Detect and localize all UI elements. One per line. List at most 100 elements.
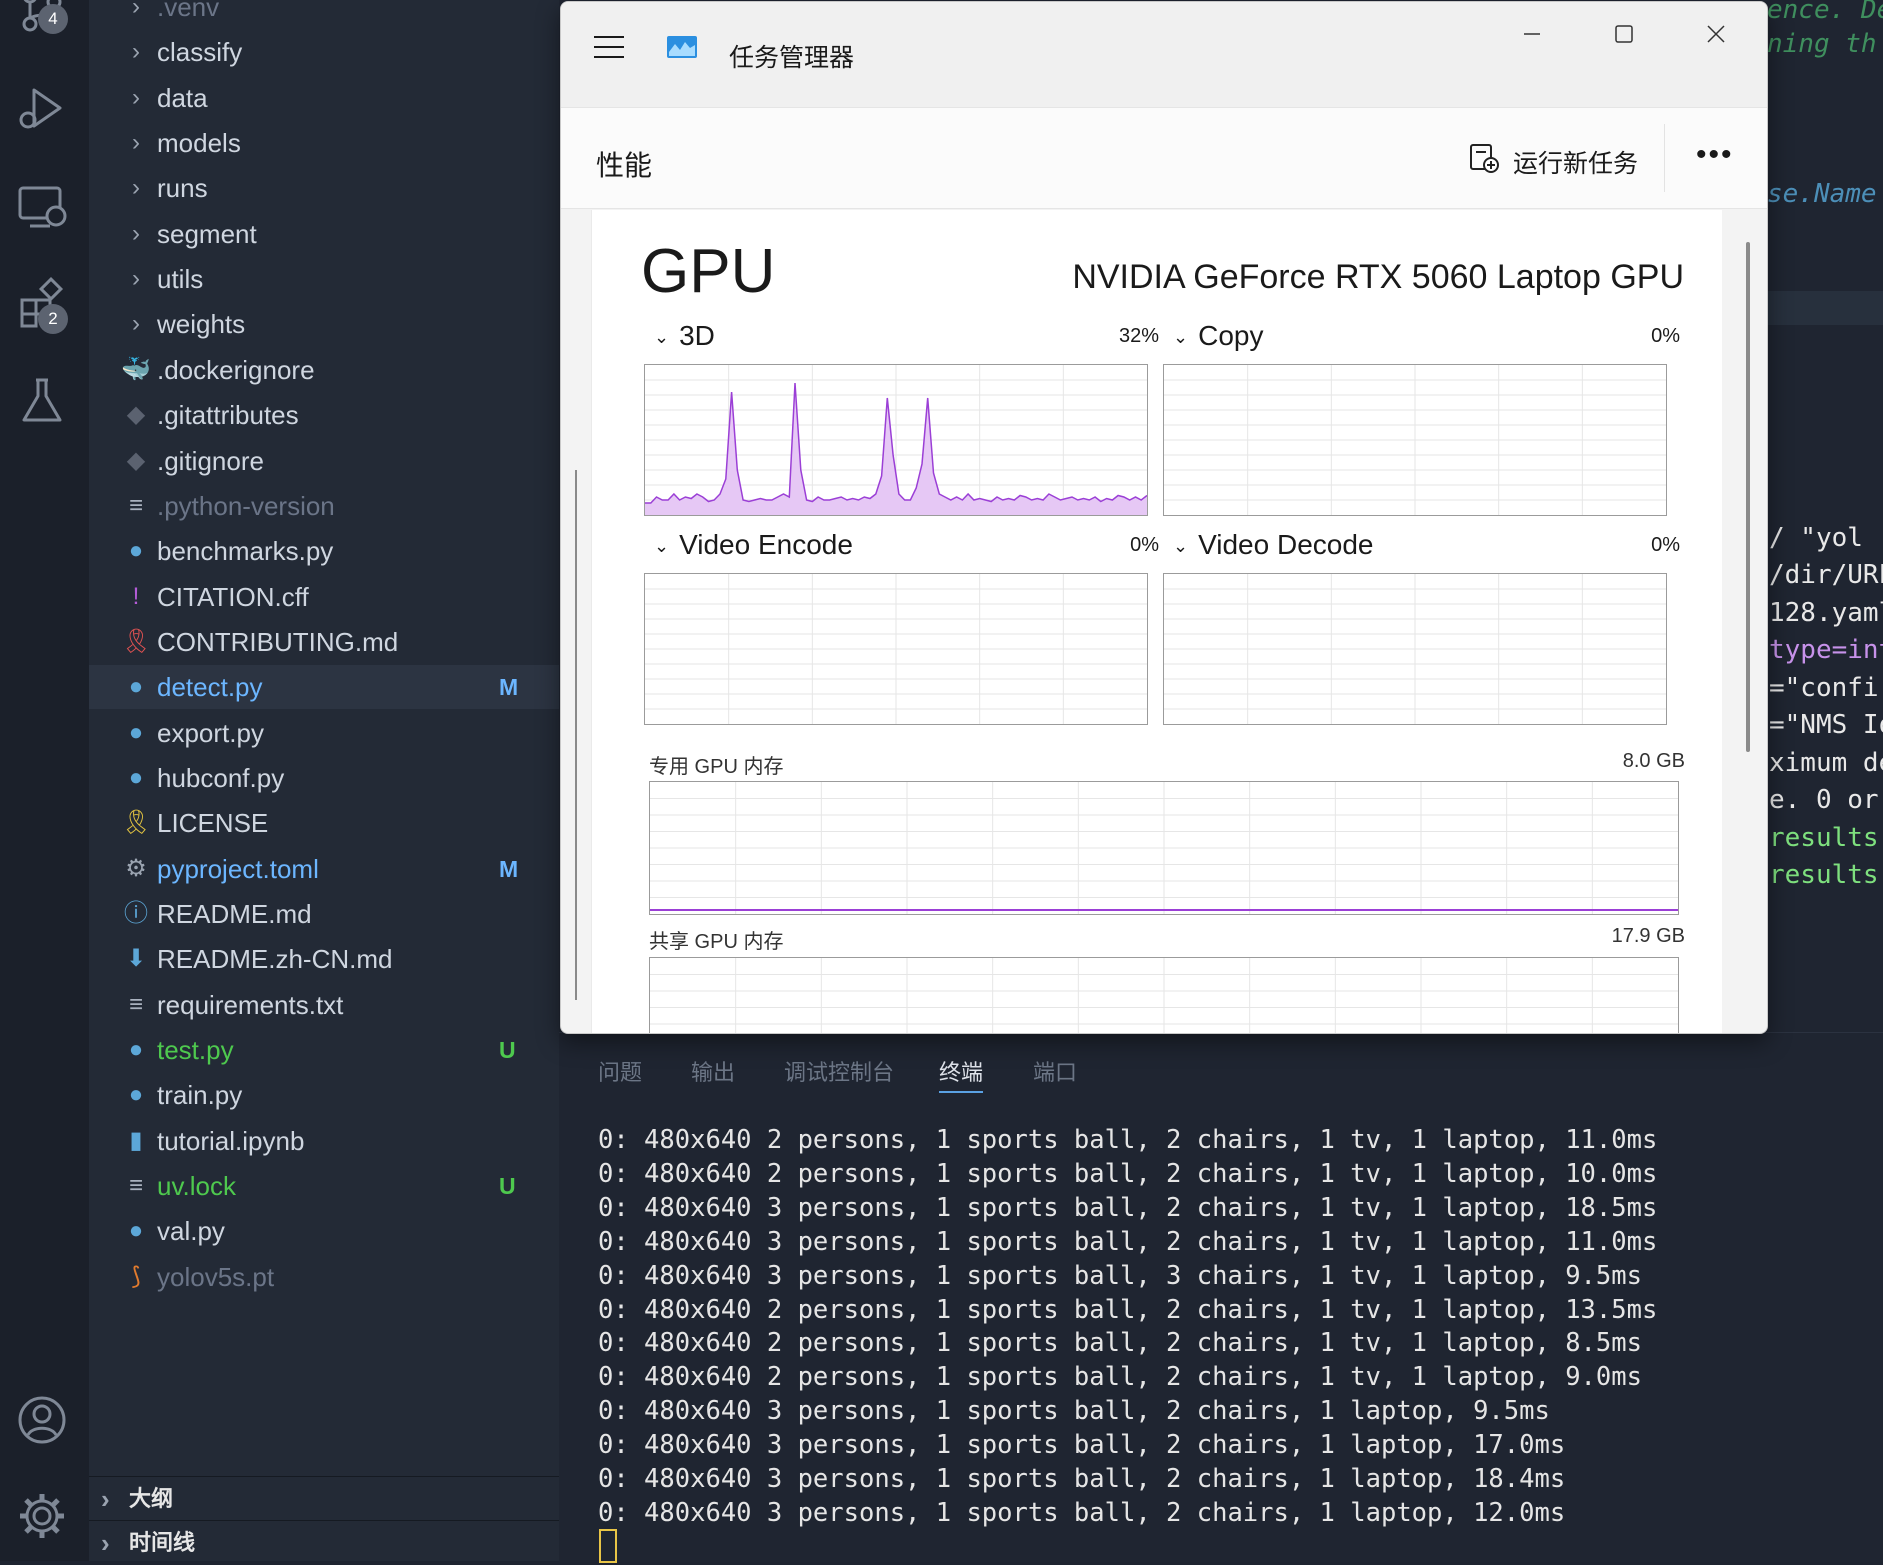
- explorer-item[interactable]: ! CITATION.cff: [89, 575, 559, 619]
- explorer-item-label: .venv: [157, 0, 220, 22]
- engine-copy-selector[interactable]: ⌄ Copy: [1173, 320, 1263, 352]
- explorer-item[interactable]: › models: [89, 121, 559, 165]
- explorer-item[interactable]: ◆ .gitignore: [89, 439, 559, 483]
- explorer-item[interactable]: ⟆ yolov5s.pt: [89, 1255, 559, 1299]
- explorer-item-label: .python-version: [157, 490, 335, 521]
- explorer-item[interactable]: ● benchmarks.py: [89, 529, 559, 573]
- task-manager-window[interactable]: 任务管理器 性能 运行新任务 ••• GPU NVIDIA GeForce RT…: [560, 1, 1768, 1034]
- explorer-item[interactable]: › classify: [89, 30, 559, 74]
- explorer-item[interactable]: › utils: [89, 257, 559, 301]
- python-icon: ●: [128, 763, 144, 791]
- text-file-icon: ≡: [128, 491, 143, 519]
- terminal-line: 0: 480x640 2 persons, 1 sports ball, 2 c…: [598, 1125, 1658, 1155]
- source-control-icon[interactable]: 4: [14, 0, 70, 38]
- extensions-icon[interactable]: 2: [14, 276, 70, 334]
- explorer-item[interactable]: 🎗 LICENSE: [89, 801, 559, 845]
- explorer-item-label: .dockerignore: [157, 354, 315, 385]
- minimize-icon[interactable]: [1514, 16, 1550, 52]
- explorer-item-label: segment: [157, 218, 257, 249]
- explorer-item[interactable]: › .venv: [89, 0, 559, 29]
- chevron-right-icon: ›: [132, 129, 140, 157]
- tab-terminal[interactable]: 终端: [939, 1055, 984, 1093]
- explorer-item[interactable]: ▮ tutorial.ipynb: [89, 1119, 559, 1163]
- hamburger-menu-icon[interactable]: [594, 36, 624, 60]
- explorer-item[interactable]: ⓘ README.md: [89, 892, 559, 936]
- gpu-model-name: NVIDIA GeForce RTX 5060 Laptop GPU: [1072, 258, 1684, 296]
- explorer-item[interactable]: ● val.py: [89, 1209, 559, 1253]
- explorer-item[interactable]: ● test.py U: [89, 1028, 559, 1072]
- title-bar[interactable]: 任务管理器: [561, 2, 1767, 107]
- run-new-task-button[interactable]: 运行新任务: [1513, 144, 1638, 180]
- explorer-item[interactable]: ● train.py: [89, 1073, 559, 1117]
- gear-icon: ⚙: [125, 854, 147, 882]
- explorer-item-label: requirements.txt: [157, 989, 344, 1020]
- engine-video-encode-selector[interactable]: ⌄ Video Encode: [654, 529, 853, 561]
- chevron-right-icon: ›: [101, 1484, 110, 1514]
- dedicated-memory-total: 8.0 GB: [1622, 750, 1685, 772]
- terminal-line: 0: 480x640 3 persons, 1 sports ball, 2 c…: [598, 1464, 1566, 1494]
- explorer-item-label: yolov5s.pt: [157, 1261, 275, 1292]
- chevron-down-icon: ⌄: [1173, 536, 1189, 557]
- nav-scrollbar[interactable]: [575, 470, 577, 1000]
- content-scrollbar[interactable]: [1746, 242, 1750, 752]
- engine-3d-percent: 32%: [1118, 325, 1159, 347]
- engine-video-encode-percent: 0%: [1130, 534, 1159, 556]
- explorer-item[interactable]: ● detect.py M: [89, 665, 559, 710]
- testing-flask-icon[interactable]: [14, 372, 70, 428]
- timeline-label: 时间线: [129, 1530, 196, 1555]
- explorer-item-label: pyproject.toml: [157, 853, 319, 884]
- tab-problems[interactable]: 问题: [598, 1055, 642, 1087]
- explorer-item-label: classify: [157, 37, 243, 68]
- explorer-item[interactable]: ≡ requirements.txt: [89, 983, 559, 1027]
- explorer-item[interactable]: › data: [89, 76, 559, 120]
- maximize-icon[interactable]: [1606, 16, 1642, 52]
- explorer-item[interactable]: ◆ .gitattributes: [89, 393, 559, 437]
- chevron-right-icon: ›: [132, 265, 140, 293]
- engine-copy-percent: 0%: [1651, 325, 1680, 347]
- engine-video-decode-graph: [1163, 573, 1667, 725]
- explorer-item[interactable]: 🎗 CONTRIBUTING.md: [89, 620, 559, 664]
- tab-ports[interactable]: 端口: [1033, 1055, 1077, 1087]
- explorer-item[interactable]: ≡ uv.lock U: [89, 1164, 559, 1208]
- tab-debug-console[interactable]: 调试控制台: [784, 1055, 894, 1087]
- gpu-heading: GPU: [641, 237, 776, 306]
- run-new-task-icon[interactable]: [1468, 142, 1500, 174]
- timeline-section[interactable]: › 时间线: [89, 1520, 559, 1565]
- engine-video-decode-selector[interactable]: ⌄ Video Decode: [1173, 529, 1374, 561]
- chevron-right-icon: ›: [132, 174, 140, 202]
- explorer-item[interactable]: ⚙ pyproject.toml M: [89, 847, 559, 891]
- run-debug-icon[interactable]: [14, 80, 70, 136]
- explorer-item[interactable]: › runs: [89, 166, 559, 210]
- explorer-item-label: .gitattributes: [157, 400, 299, 431]
- explorer-item[interactable]: › segment: [89, 212, 559, 256]
- activity-bar: 4 2: [0, 0, 89, 1561]
- explorer-item[interactable]: ≡ .python-version: [89, 484, 559, 528]
- chevron-right-icon: ›: [101, 1528, 110, 1558]
- terminal-line: 0: 480x640 2 persons, 1 sports ball, 2 c…: [598, 1158, 1658, 1189]
- settings-gear-icon[interactable]: [14, 1488, 70, 1544]
- explorer-item[interactable]: ⬇ README.zh-CN.md: [89, 937, 559, 981]
- engine-3d-selector[interactable]: ⌄ 3D: [654, 320, 715, 352]
- engine-video-decode-label: Video Decode: [1198, 529, 1374, 560]
- explorer-item[interactable]: ● hubconf.py: [89, 756, 559, 800]
- shared-memory-total: 17.9 GB: [1611, 925, 1685, 947]
- remote-explorer-icon[interactable]: [14, 178, 70, 234]
- chevron-down-icon: ⌄: [1173, 327, 1189, 348]
- account-icon[interactable]: [14, 1392, 70, 1448]
- code-fragment: ning th: [1767, 29, 1877, 59]
- close-icon[interactable]: [1698, 16, 1734, 52]
- more-options-button[interactable]: •••: [1696, 138, 1734, 172]
- explorer-item[interactable]: › weights: [89, 302, 559, 346]
- explorer-item-label: .gitignore: [157, 445, 264, 476]
- explorer-item[interactable]: ● export.py: [89, 711, 559, 755]
- explorer-item-label: README.md: [157, 899, 312, 929]
- explorer-item-label: val.py: [157, 1216, 225, 1247]
- outline-section[interactable]: › 大纲: [89, 1476, 559, 1521]
- license-icon: 🎗: [121, 809, 152, 837]
- git-icon: ◆: [126, 446, 146, 474]
- explorer-item-label: utils: [157, 264, 204, 295]
- explorer-item[interactable]: 🐳 .dockerignore: [89, 348, 559, 392]
- page-title: 性能: [596, 150, 653, 181]
- tab-output[interactable]: 输出: [691, 1055, 735, 1087]
- explorer-item-label: CITATION.cff: [157, 581, 309, 612]
